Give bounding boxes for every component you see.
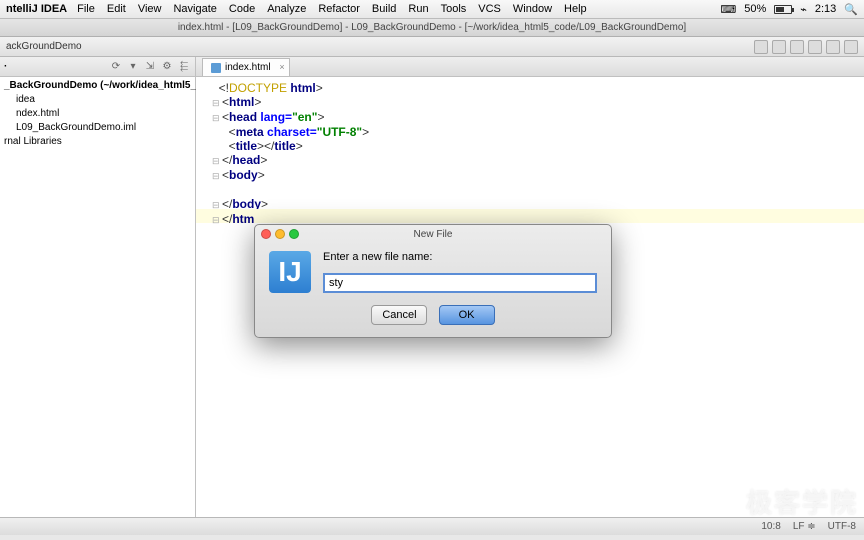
html-file-icon [211,63,221,73]
wifi-icon: ⌁ [800,3,807,16]
project-panel-header: · ⟳ ▾ ⇲ ⚙ ⬱ [0,57,195,77]
project-panel: · ⟳ ▾ ⇲ ⚙ ⬱ _BackGroundDemo (~/work/idea… [0,57,196,517]
menu-tools[interactable]: Tools [441,3,467,15]
app-name: ntelliJ IDEA [6,3,67,15]
file-encoding[interactable]: UTF-8 [828,521,856,532]
menu-build[interactable]: Build [372,3,396,15]
editor-tabs: index.html × [196,57,864,77]
menu-edit[interactable]: Edit [107,3,126,15]
sort-icon[interactable] [754,40,768,54]
menu-help[interactable]: Help [564,3,587,15]
dialog-title: New File [255,229,611,240]
dialog-prompt: Enter a new file name: [323,251,597,263]
menu-code[interactable]: Code [229,3,255,15]
breadcrumb[interactable]: ackGroundDemo [6,41,82,52]
project-refresh-icon[interactable]: ⟳ [109,60,123,74]
input-icon: ⌨ [720,3,736,16]
dialog-titlebar: New File [255,225,611,243]
project-tab-label[interactable]: · [4,58,7,76]
window-minimize-icon[interactable] [275,229,285,239]
menu-navigate[interactable]: Navigate [173,3,216,15]
new-file-dialog: New File IJ Enter a new file name: Cance… [254,224,612,338]
battery-percent: 50% [744,3,766,15]
filename-input[interactable] [323,273,597,293]
menu-view[interactable]: View [138,3,162,15]
menu-refactor[interactable]: Refactor [318,3,360,15]
menu-file[interactable]: File [77,3,95,15]
tree-item[interactable]: L09_BackGroundDemo.iml [0,121,195,135]
project-expand-icon[interactable]: ⇲ [143,60,157,74]
project-gear-icon[interactable]: ⚙ [160,60,174,74]
search-icon[interactable] [844,40,858,54]
editor-tab[interactable]: index.html × [202,58,290,76]
menu-window[interactable]: Window [513,3,552,15]
intellij-logo-icon: IJ [269,251,311,293]
toolbar-right [754,40,858,54]
project-hide-icon[interactable]: ⬱ [177,60,191,74]
tree-root[interactable]: _BackGroundDemo (~/work/idea_html5_cc [0,79,195,93]
tree-item[interactable]: idea [0,93,195,107]
cancel-button[interactable]: Cancel [371,305,427,325]
breadcrumb-bar: ackGroundDemo [0,37,864,57]
window-title: index.html - [L09_BackGroundDemo] - L09_… [0,19,864,37]
status-bar: 10:8 LF ≑ UTF-8 [0,517,864,535]
menu-run[interactable]: Run [408,3,428,15]
window-close-icon[interactable] [261,229,271,239]
line-separator[interactable]: LF ≑ [793,521,816,532]
tree-item[interactable]: rnal Libraries [0,135,195,149]
tree-item[interactable]: ndex.html [0,107,195,121]
cursor-position: 10:8 [761,521,780,532]
nav-back-icon[interactable] [772,40,786,54]
window-zoom-icon[interactable] [289,229,299,239]
battery-icon [774,5,792,14]
close-icon[interactable]: × [279,59,284,76]
macos-menubar: ntelliJ IDEA File Edit View Navigate Cod… [0,0,864,19]
menu-analyze[interactable]: Analyze [267,3,306,15]
tab-label: index.html [225,59,271,76]
spotlight-icon: 🔍 [844,3,858,16]
project-collapse-icon[interactable]: ▾ [126,60,140,74]
project-tree[interactable]: _BackGroundDemo (~/work/idea_html5_cc id… [0,77,195,151]
menubar-status: ⌨ 50% ⌁ 2:13 🔍 [720,3,858,16]
run-icon[interactable] [790,40,804,54]
menu-vcs[interactable]: VCS [478,3,501,15]
clock: 2:13 [815,3,836,15]
stop-icon[interactable] [826,40,840,54]
debug-icon[interactable] [808,40,822,54]
ok-button[interactable]: OK [439,305,495,325]
